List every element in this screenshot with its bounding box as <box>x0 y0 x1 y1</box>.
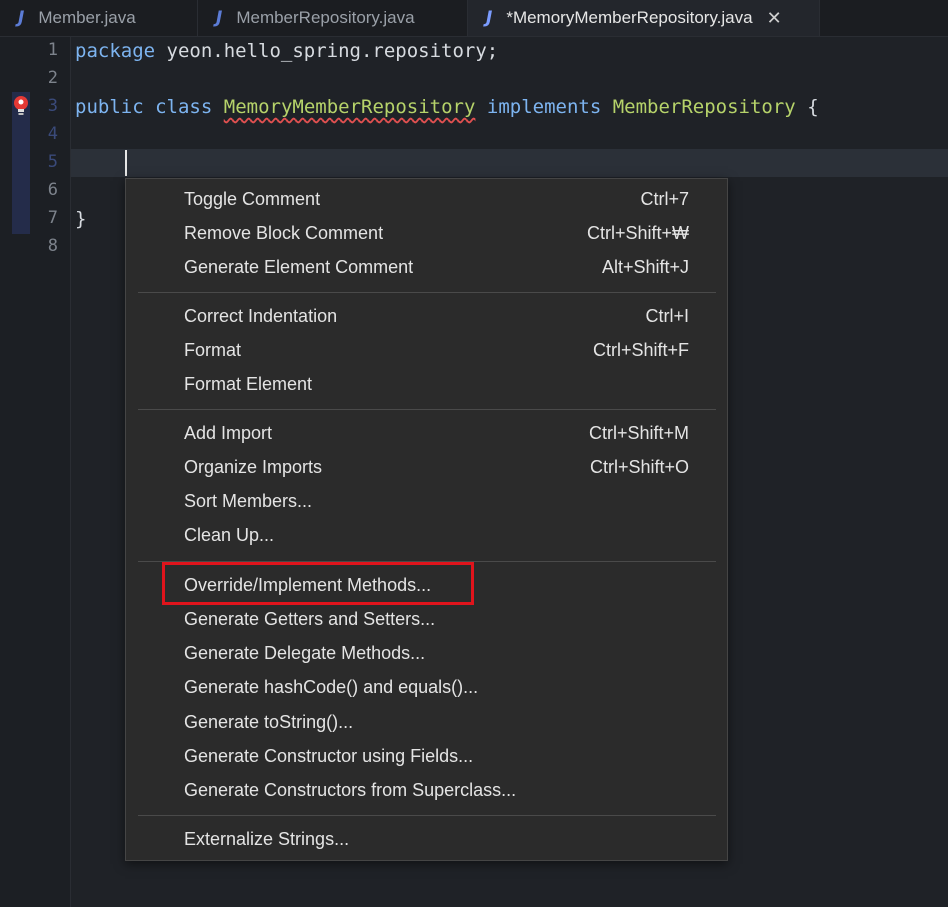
menu-item-label: Externalize Strings... <box>184 829 350 849</box>
menu-item-label: Generate Getters and Setters... <box>184 609 436 629</box>
menu-item-label: Format <box>184 340 242 360</box>
line-number: 1 <box>47 40 58 60</box>
menu-item-label: Override/Implement Methods... <box>184 575 432 595</box>
code-line-7[interactable]: } <box>75 205 86 233</box>
menu-item-shortcut: Ctrl+I <box>645 306 689 326</box>
menu-item-label: Format Element <box>184 374 313 394</box>
menu-item-add-import[interactable]: Add Import Ctrl+Shift+M <box>126 416 727 450</box>
tab-label: MemberRepository.java <box>236 8 415 27</box>
menu-separator <box>138 815 716 816</box>
menu-item-format[interactable]: Format Ctrl+Shift+F <box>126 333 727 367</box>
menu-item-shortcut: Alt+Shift+J <box>601 257 689 277</box>
tab-memory-member-repository-java[interactable]: J *MemoryMemberRepository.java ✕ <box>468 0 820 36</box>
keyword: implements <box>486 96 602 118</box>
menu-item-generate-constructor-fields[interactable]: Generate Constructor using Fields... <box>126 739 727 773</box>
menu-item-label: Generate Constructors from Superclass... <box>184 780 517 800</box>
menu-item-label: Add Import <box>184 423 273 443</box>
class-name: MemoryMemberRepository <box>223 96 476 118</box>
menu-item-format-element[interactable]: Format Element <box>126 367 727 401</box>
keyword: public <box>75 96 144 118</box>
line-number-gutter <box>0 37 71 907</box>
menu-item-organize-imports[interactable]: Organize Imports Ctrl+Shift+O <box>126 450 727 484</box>
menu-item-shortcut: Ctrl+Shift+₩ <box>586 223 689 243</box>
menu-item-remove-block-comment[interactable]: Remove Block Comment Ctrl+Shift+₩ <box>126 216 727 250</box>
menu-item-label: Generate hashCode() and equals()... <box>184 677 479 697</box>
tab-label: Member.java <box>38 8 136 27</box>
keyword: class <box>155 96 213 118</box>
menu-item-sort-members[interactable]: Sort Members... <box>126 484 727 518</box>
menu-item-generate-getters-setters[interactable]: Generate Getters and Setters... <box>126 602 727 636</box>
menu-item-shortcut: Ctrl+Shift+F <box>592 340 689 360</box>
line-number: 6 <box>47 180 58 200</box>
menu-item-label: Generate Element Comment <box>184 257 414 277</box>
java-file-icon: J <box>486 8 493 28</box>
line-number: 4 <box>47 124 58 144</box>
menu-item-override-implement-methods[interactable]: Override/Implement Methods... <box>126 568 727 602</box>
menu-item-label: Remove Block Comment <box>184 223 384 243</box>
package-name: yeon.hello_spring.repository; <box>155 40 499 62</box>
menu-item-label: Generate Constructor using Fields... <box>184 746 474 766</box>
tab-member-java[interactable]: J Member.java <box>0 0 198 36</box>
menu-item-correct-indentation[interactable]: Correct Indentation Ctrl+I <box>126 299 727 333</box>
current-line-highlight <box>71 149 948 177</box>
menu-item-shortcut: Ctrl+Shift+O <box>589 457 689 477</box>
menu-item-label: Correct Indentation <box>184 306 338 326</box>
source-context-menu: Toggle Comment Ctrl+7 Remove Block Commen… <box>125 178 728 861</box>
line-number: 2 <box>47 68 58 88</box>
menu-item-toggle-comment[interactable]: Toggle Comment Ctrl+7 <box>126 182 727 216</box>
line-number: 7 <box>47 208 58 228</box>
menu-item-generate-delegate-methods[interactable]: Generate Delegate Methods... <box>126 636 727 670</box>
tab-member-repository-java[interactable]: J MemberRepository.java <box>198 0 468 36</box>
menu-separator <box>138 292 716 293</box>
menu-separator <box>138 561 716 562</box>
line-number: 3 <box>47 96 58 116</box>
menu-separator <box>138 409 716 410</box>
keyword: package <box>75 40 156 62</box>
menu-item-generate-constructors-superclass[interactable]: Generate Constructors from Superclass... <box>126 773 727 807</box>
menu-item-shortcut: Ctrl+Shift+M <box>588 423 689 443</box>
menu-item-label: Organize Imports <box>184 457 323 477</box>
menu-item-label: Generate Delegate Methods... <box>184 643 426 663</box>
close-icon[interactable]: ✕ <box>767 8 782 29</box>
menu-item-shortcut: Ctrl+7 <box>640 189 689 209</box>
menu-item-externalize-strings[interactable]: Externalize Strings... <box>126 822 727 856</box>
menu-item-generate-tostring[interactable]: Generate toString()... <box>126 705 727 739</box>
java-file-icon: J <box>216 8 223 28</box>
menu-item-clean-up[interactable]: Clean Up... <box>126 518 727 552</box>
text-caret <box>125 150 127 176</box>
menu-item-generate-hashcode-equals[interactable]: Generate hashCode() and equals()... <box>126 670 727 704</box>
tab-label: *MemoryMemberRepository.java <box>506 8 753 27</box>
java-file-icon: J <box>18 8 25 28</box>
quick-fix-bulb-icon[interactable] <box>12 95 30 124</box>
menu-item-label: Generate toString()... <box>184 712 354 732</box>
interface-name: MemberRepository <box>612 96 796 118</box>
open-brace: { <box>807 96 819 118</box>
code-line-3[interactable]: public class MemoryMemberRepository impl… <box>75 93 819 121</box>
line-number: 5 <box>47 152 58 172</box>
close-brace: } <box>75 208 87 230</box>
line-number: 8 <box>47 236 58 256</box>
menu-item-label: Toggle Comment <box>184 189 321 209</box>
editor-tab-bar: J Member.java J MemberRepository.java J … <box>0 0 948 37</box>
code-line-1[interactable]: package yeon.hello_spring.repository; <box>75 37 498 65</box>
menu-item-label: Clean Up... <box>184 525 275 545</box>
menu-item-generate-element-comment[interactable]: Generate Element Comment Alt+Shift+J <box>126 250 727 284</box>
menu-item-label: Sort Members... <box>184 491 313 511</box>
